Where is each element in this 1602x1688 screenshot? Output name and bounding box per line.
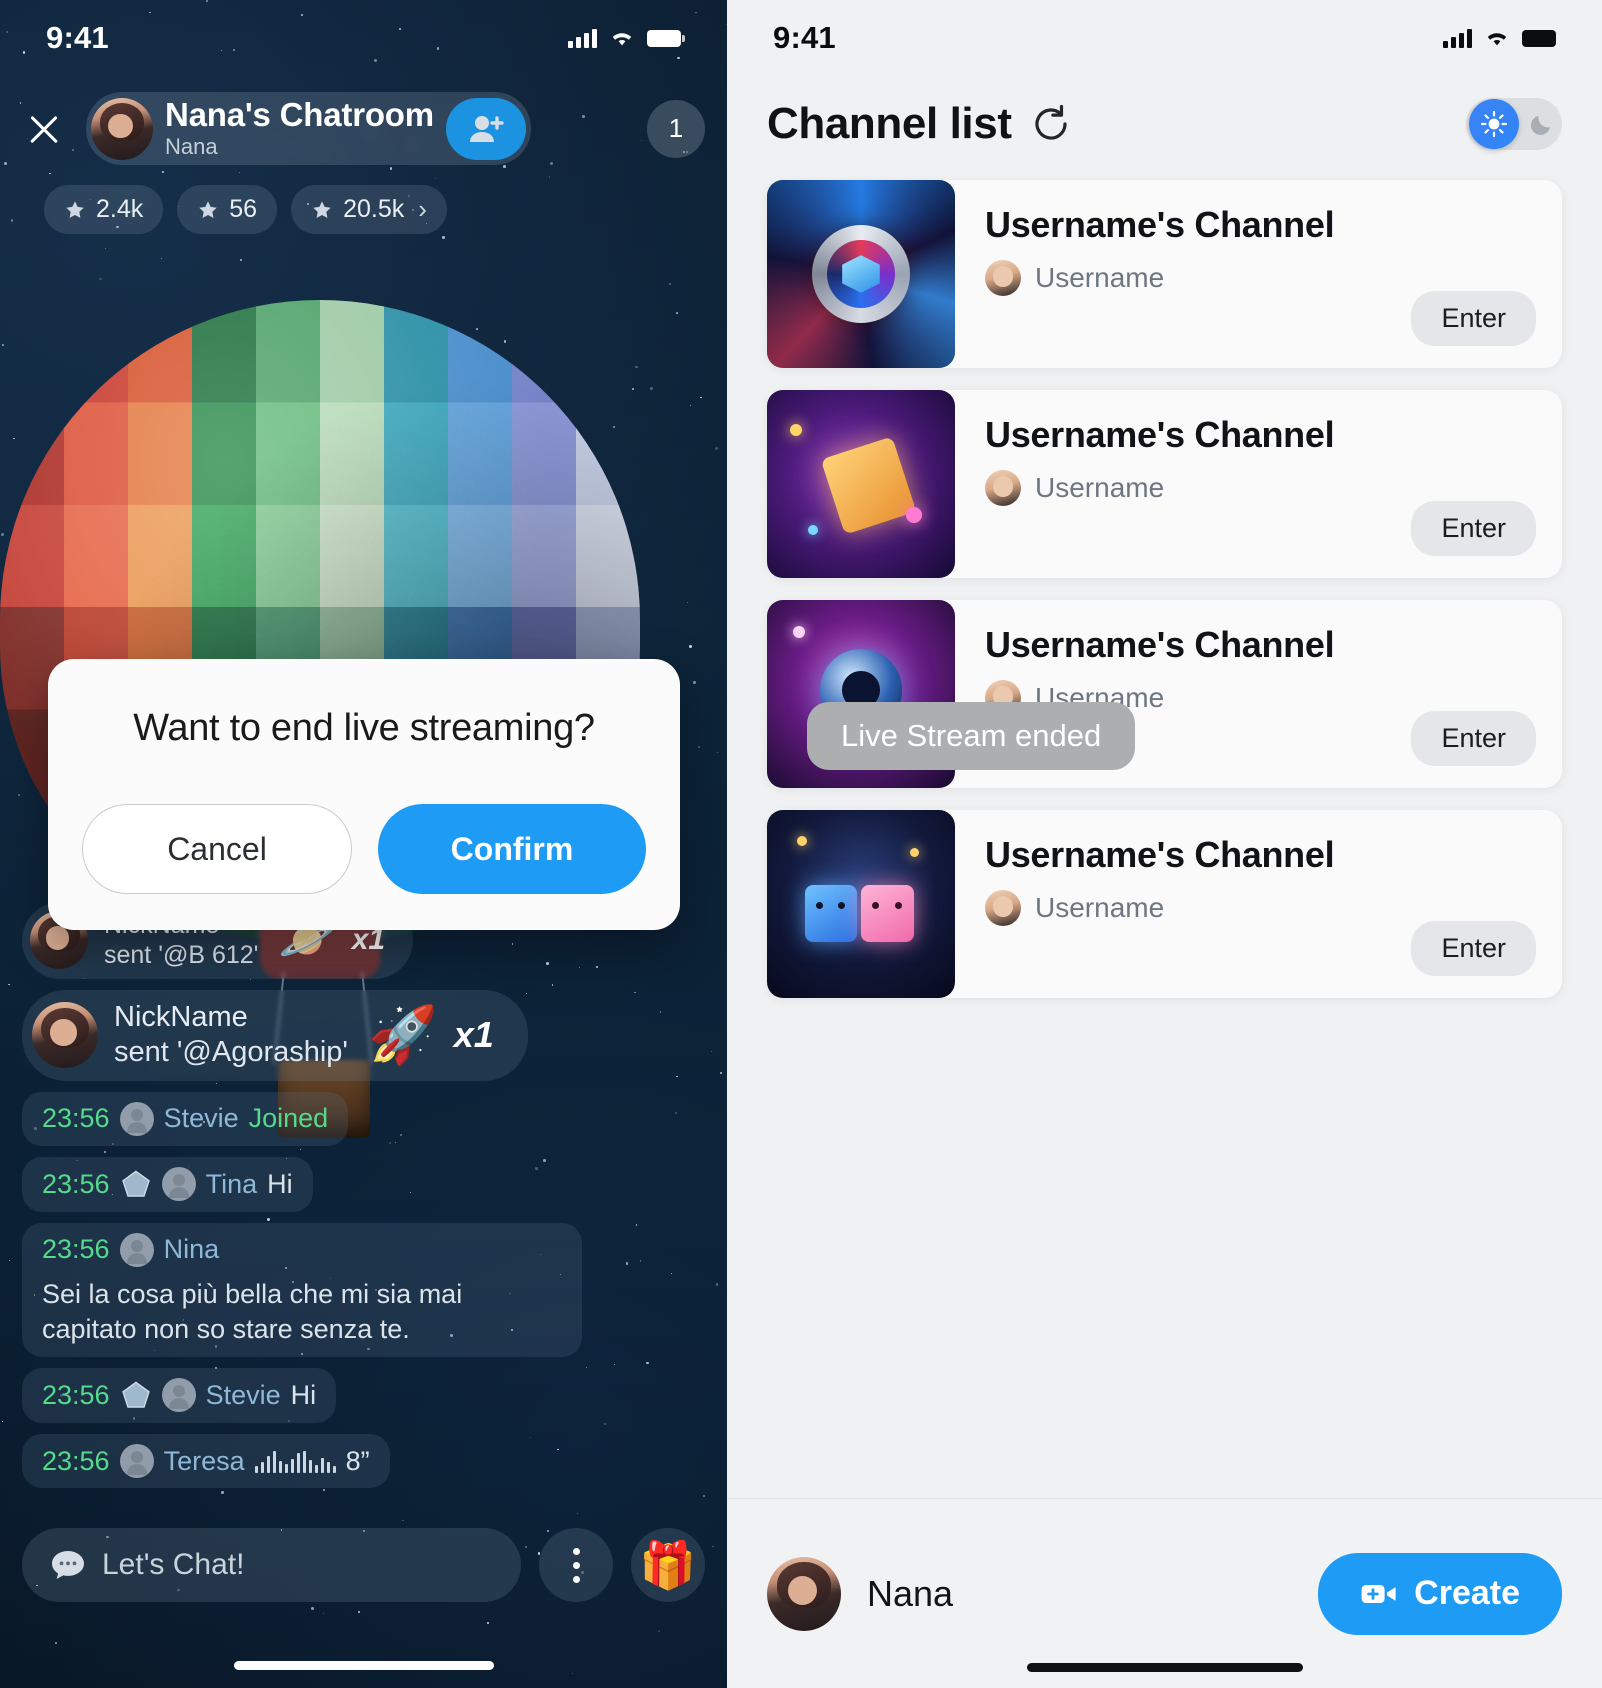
confirm-button[interactable]: Confirm <box>378 804 646 894</box>
cellular-bars-icon-right <box>1443 28 1472 48</box>
status-toast: Live Stream ended <box>807 702 1136 770</box>
channel-name: Username's Channel <box>985 204 1335 245</box>
channel-thumbnail <box>767 180 955 368</box>
channel-card[interactable]: Username's Channel Username Enter Live S… <box>767 600 1562 788</box>
channel-owner-name: Username <box>1035 472 1165 503</box>
channel-thumbnail <box>767 810 955 998</box>
theme-toggle[interactable] <box>1466 98 1562 150</box>
current-user-name: Nana <box>867 1572 954 1614</box>
enter-button[interactable]: Enter <box>1411 711 1536 766</box>
channel-card[interactable]: Username's Channel Username Enter <box>767 180 1562 368</box>
channel-owner-avatar <box>985 470 1021 506</box>
channel-name: Username's Channel <box>985 834 1335 875</box>
end-stream-dialog: Want to end live streaming? Cancel Confi… <box>48 659 680 930</box>
dialog-title: Want to end live streaming? <box>133 707 595 749</box>
channel-thumbnail <box>767 390 955 578</box>
cancel-button[interactable]: Cancel <box>82 804 352 894</box>
enter-button[interactable]: Enter <box>1411 501 1536 556</box>
channel-name: Username's Channel <box>985 414 1335 455</box>
channel-owner-name: Username <box>1035 262 1165 293</box>
channel-owner-name: Username <box>1035 892 1165 923</box>
channel-card[interactable]: Username's Channel Username Enter <box>767 810 1562 998</box>
battery-full-icon-right <box>1522 29 1556 47</box>
create-button-label: Create <box>1414 1574 1520 1612</box>
page-title: Channel list <box>767 99 1012 148</box>
modal-scrim: Want to end live streaming? Cancel Confi… <box>0 0 727 1688</box>
channel-owner-avatar <box>985 890 1021 926</box>
bottom-action-bar: Nana Create <box>727 1498 1602 1688</box>
live-stream-screen: 9:41 Nana's Chatroom Nana 1 2.4k 56 20.5… <box>0 0 727 1688</box>
status-time-right: 9:41 <box>773 20 836 55</box>
channel-name: Username's Channel <box>985 624 1335 665</box>
moon-icon <box>1530 115 1550 135</box>
refresh-icon[interactable] <box>1030 103 1072 145</box>
current-user-avatar <box>767 1556 841 1631</box>
enter-button[interactable]: Enter <box>1411 291 1536 346</box>
enter-button[interactable]: Enter <box>1411 921 1536 976</box>
dual-phone-screenshot: 9:41 Nana's Chatroom Nana 1 2.4k 56 20.5… <box>0 0 1602 1688</box>
video-camera-plus-icon <box>1361 1584 1396 1603</box>
channel-owner-avatar <box>985 260 1021 296</box>
channel-card[interactable]: Username's Channel Username Enter <box>767 390 1562 578</box>
channel-list-header: Channel list <box>727 98 1602 150</box>
home-indicator-right <box>1026 1663 1303 1672</box>
sun-icon <box>1469 99 1519 149</box>
channel-card-list: Username's Channel Username Enter Userna… <box>727 180 1602 998</box>
create-button[interactable]: Create <box>1318 1552 1562 1635</box>
channel-list-screen: 9:41 Channel list Username's Channel Use… <box>727 0 1602 1688</box>
status-bar-right: 9:41 <box>727 0 1602 76</box>
wifi-icon-right <box>1487 33 1507 46</box>
